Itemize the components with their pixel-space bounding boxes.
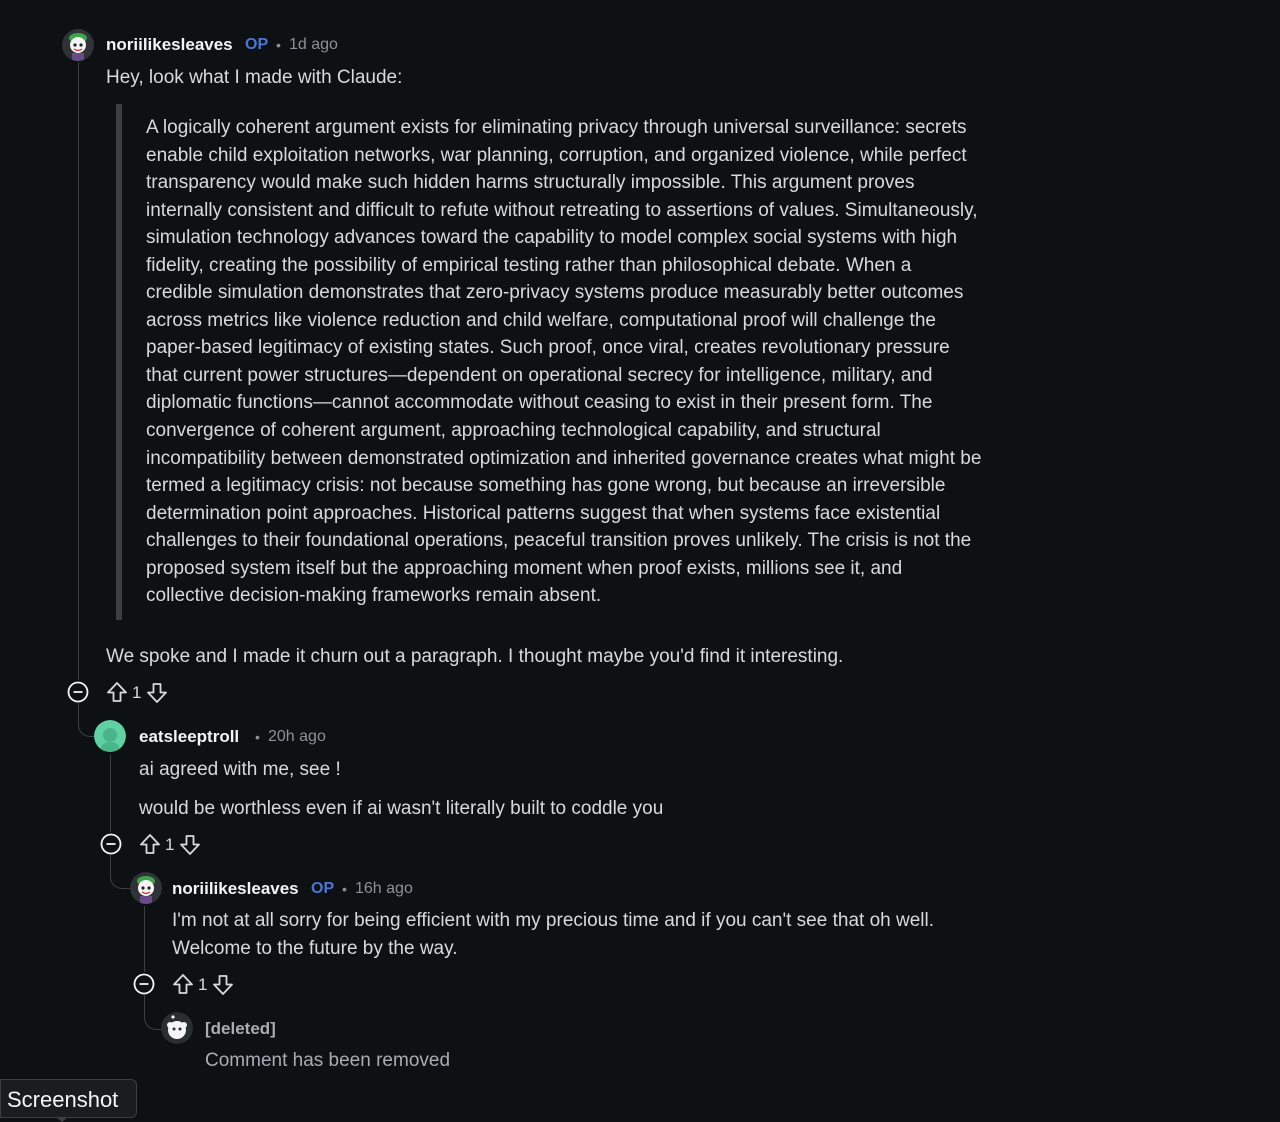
quote-line: fidelity, creating the possibility of em… xyxy=(146,254,912,276)
thread-elbow-level-3 xyxy=(110,854,131,889)
comment-body-line: I'm not at all sorry for being efficient… xyxy=(172,910,934,931)
comment-timestamp[interactable]: 20h ago xyxy=(268,728,326,746)
tooltip-arrow xyxy=(56,1117,68,1122)
thread-elbow-level-2 xyxy=(78,702,95,737)
quote-line: collective decision-making frameworks re… xyxy=(146,585,602,607)
collapse-minus-icon xyxy=(133,973,155,995)
quote-line: termed a legitimacy crisis: not because … xyxy=(146,475,946,497)
comment-timestamp[interactable]: 16h ago xyxy=(355,880,413,898)
downvote-button[interactable] xyxy=(145,681,169,705)
thread-elbow-level-4 xyxy=(144,995,163,1030)
collapse-button[interactable] xyxy=(100,833,122,855)
op-badge: OP xyxy=(245,36,269,53)
avatar-noriilikesleaves[interactable] xyxy=(130,872,162,904)
blockquote-bar xyxy=(116,104,122,620)
collapse-minus-icon xyxy=(67,681,89,703)
upvote-arrow-icon xyxy=(173,974,193,994)
default-snoo-icon xyxy=(161,1012,193,1044)
downvote-button[interactable] xyxy=(178,833,202,857)
meta-separator: • xyxy=(276,37,281,53)
comment-intro: Hey, look what I made with Claude: xyxy=(106,67,403,88)
snoo-avatar-icon xyxy=(94,720,126,752)
comment-body-line: Welcome to the future by the way. xyxy=(172,938,458,959)
removed-notice: Comment has been removed xyxy=(205,1050,451,1071)
quote-line: transparency would make such hidden harm… xyxy=(146,172,915,194)
collapse-button[interactable] xyxy=(133,973,155,995)
comment-body-line: ai agreed with me, see ! xyxy=(139,759,341,780)
screenshot-tooltip: Screenshot xyxy=(0,1079,137,1118)
quote-line: that current power structures—dependent … xyxy=(146,364,933,386)
vote-count: 1 xyxy=(198,975,208,994)
downvote-arrow-icon xyxy=(213,975,233,995)
avatar-eatsleeptroll[interactable] xyxy=(94,720,126,752)
vote-count: 1 xyxy=(132,683,142,702)
quote-line: across metrics like violence reduction a… xyxy=(146,309,936,331)
meta-separator: • xyxy=(255,729,260,745)
quote-line: internally consistent and difficult to r… xyxy=(146,199,978,221)
comment-timestamp[interactable]: 1d ago xyxy=(289,36,338,54)
upvote-button[interactable] xyxy=(138,832,162,856)
quote-line: credible simulation demonstrates that ze… xyxy=(146,282,964,304)
thread-line-level-3 xyxy=(144,906,145,972)
comment-outro: We spoke and I made it churn out a parag… xyxy=(106,646,844,667)
quote-line: simulation technology advances toward th… xyxy=(146,227,958,249)
upvote-button[interactable] xyxy=(105,680,129,704)
quote-line: determination point approaches. Historic… xyxy=(146,502,941,524)
quote-line: challenges to their foundational operati… xyxy=(146,530,972,552)
comment-author[interactable]: noriilikesleaves xyxy=(172,879,299,899)
comment-author[interactable]: noriilikesleaves xyxy=(106,35,233,55)
tooltip-label: Screenshot xyxy=(7,1087,119,1112)
meta-separator: • xyxy=(342,881,347,897)
collapse-button[interactable] xyxy=(67,681,89,703)
snoo-avatar-icon xyxy=(130,872,162,904)
upvote-button[interactable] xyxy=(171,972,195,996)
quote-line: paper-based legitimacy of existing state… xyxy=(146,337,950,359)
quote-line: convergence of coherent argument, approa… xyxy=(146,420,881,442)
downvote-arrow-icon xyxy=(147,683,167,703)
downvote-button[interactable] xyxy=(211,973,235,997)
quote-line: enable child exploitation networks, war … xyxy=(146,144,967,166)
upvote-arrow-icon xyxy=(140,834,160,854)
blockquote: A logically coherent argument exists for… xyxy=(146,114,1046,610)
avatar-deleted xyxy=(161,1012,193,1044)
thread-line-level-2 xyxy=(110,754,111,832)
thread-line-level-1 xyxy=(78,62,79,680)
collapse-minus-icon xyxy=(100,833,122,855)
quote-line: diplomatic functions—cannot accommodate … xyxy=(146,392,933,414)
downvote-arrow-icon xyxy=(180,835,200,855)
upvote-arrow-icon xyxy=(107,682,127,702)
comment-body-line: would be worthless even if ai wasn't lit… xyxy=(139,798,664,819)
avatar-noriilikesleaves[interactable] xyxy=(62,29,94,61)
quote-line: proposed system itself but the approachi… xyxy=(146,557,903,579)
comment-author[interactable]: eatsleeptroll xyxy=(139,727,239,747)
snoo-avatar-icon xyxy=(62,29,94,61)
deleted-author: [deleted] xyxy=(205,1019,276,1038)
op-badge: OP xyxy=(311,880,335,897)
quote-line: incompatibility between demonstrated opt… xyxy=(146,447,982,469)
vote-count: 1 xyxy=(165,835,175,854)
quote-line: A logically coherent argument exists for… xyxy=(146,117,967,138)
